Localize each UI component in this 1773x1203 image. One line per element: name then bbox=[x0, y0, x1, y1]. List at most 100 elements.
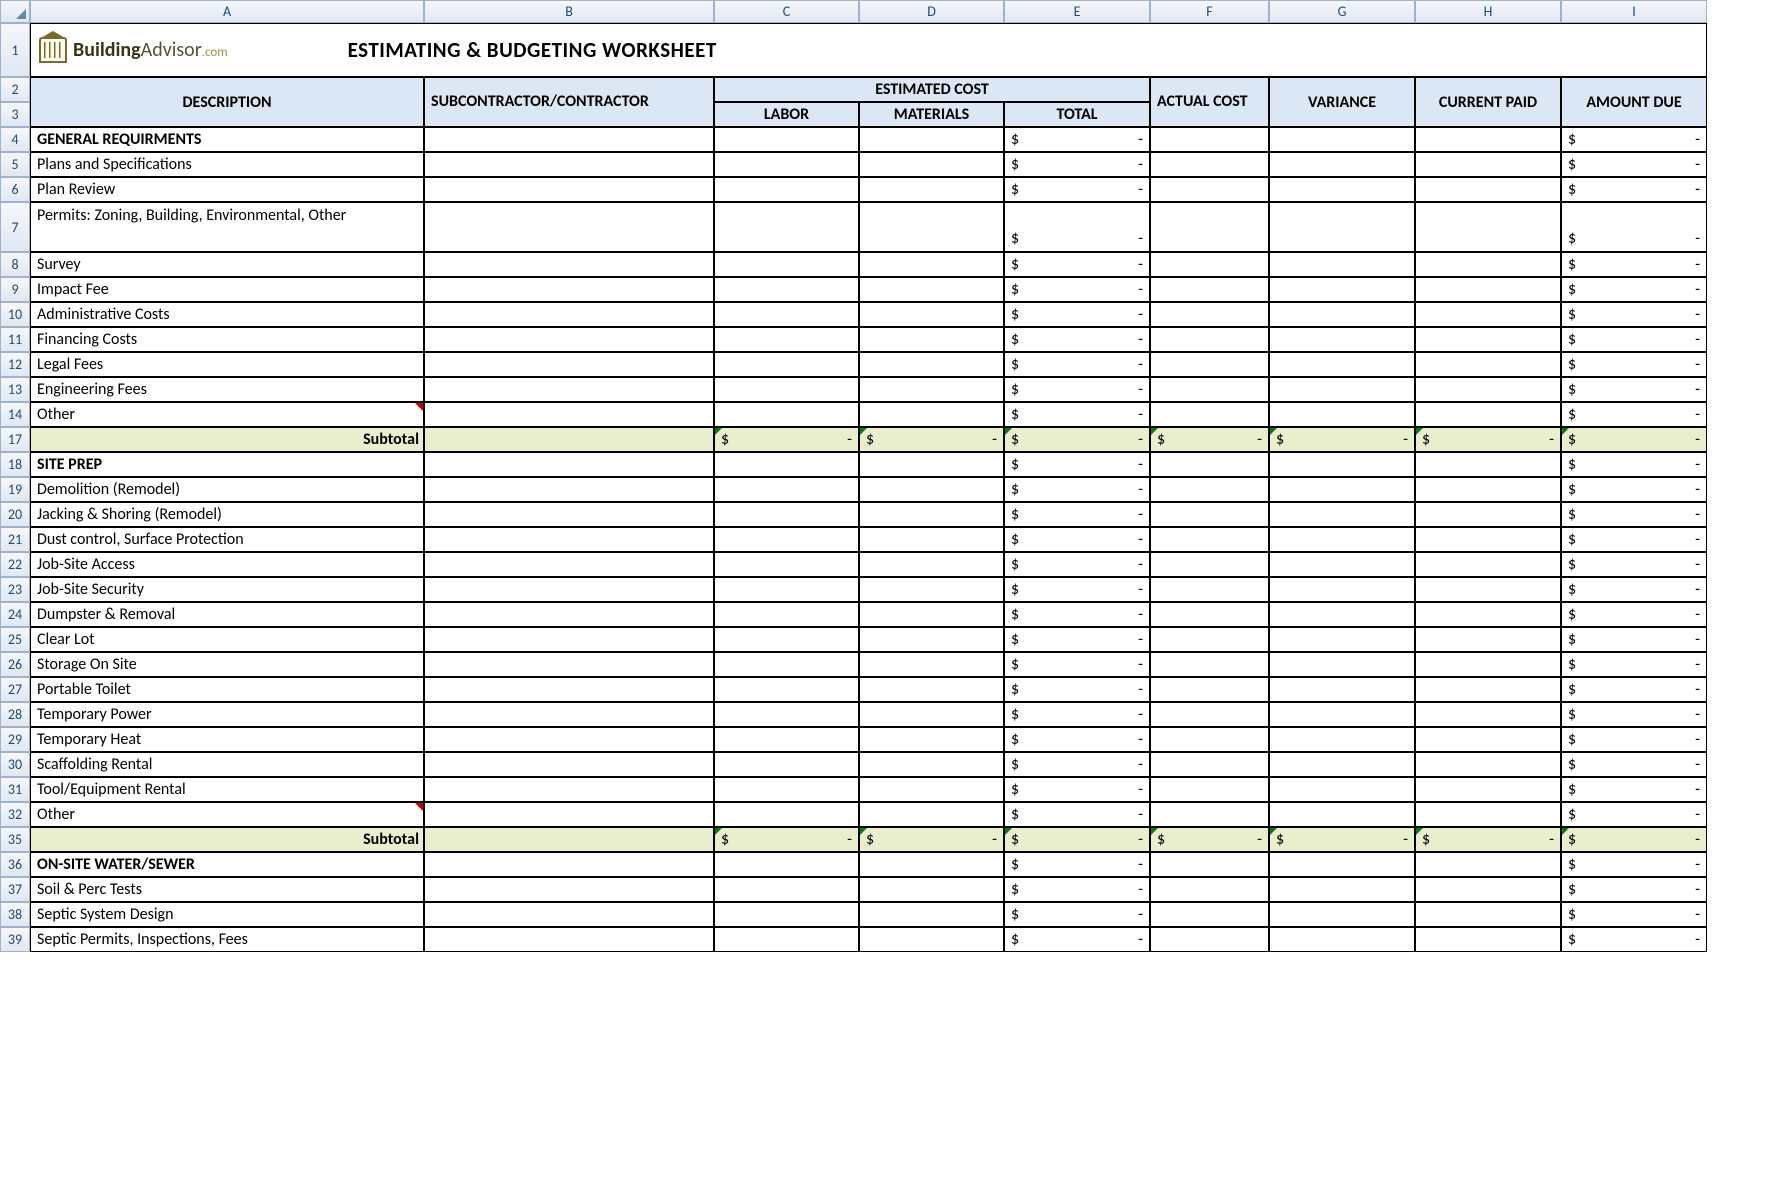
cell-H[interactable] bbox=[1415, 477, 1561, 502]
row-header-18[interactable]: 18 bbox=[0, 452, 30, 477]
cell-G[interactable] bbox=[1269, 202, 1415, 252]
cell-B[interactable] bbox=[424, 477, 714, 502]
desc-cell[interactable]: Other bbox=[30, 802, 424, 827]
cell-B[interactable] bbox=[424, 927, 714, 952]
cell-F[interactable] bbox=[1150, 602, 1269, 627]
cell-D[interactable] bbox=[859, 452, 1004, 477]
title-row[interactable]: BuildingAdvisor.com ESTIMATING & BUDGETI… bbox=[30, 23, 1707, 77]
cell-C[interactable] bbox=[714, 352, 859, 377]
cell-E[interactable]: $- bbox=[1004, 327, 1150, 352]
cell-G[interactable] bbox=[1269, 127, 1415, 152]
cell-G[interactable] bbox=[1269, 752, 1415, 777]
row-header-20[interactable]: 20 bbox=[0, 502, 30, 527]
row-header-8[interactable]: 8 bbox=[0, 252, 30, 277]
cell-G[interactable] bbox=[1269, 402, 1415, 427]
cell-G[interactable] bbox=[1269, 627, 1415, 652]
cell-I[interactable]: $- bbox=[1561, 152, 1707, 177]
hdr-description[interactable]: DESCRIPTION bbox=[30, 77, 424, 127]
cell-I[interactable]: $- bbox=[1561, 202, 1707, 252]
desc-cell[interactable]: Job-Site Security bbox=[30, 577, 424, 602]
cell-G[interactable] bbox=[1269, 527, 1415, 552]
cell-D[interactable] bbox=[859, 327, 1004, 352]
cell-I[interactable]: $- bbox=[1561, 327, 1707, 352]
cell-H[interactable] bbox=[1415, 452, 1561, 477]
cell-C[interactable] bbox=[714, 652, 859, 677]
cell-G[interactable] bbox=[1269, 677, 1415, 702]
desc-cell[interactable]: Temporary Heat bbox=[30, 727, 424, 752]
cell-B[interactable] bbox=[424, 502, 714, 527]
cell-I[interactable]: $- bbox=[1561, 127, 1707, 152]
cell-I[interactable]: $- bbox=[1561, 252, 1707, 277]
cell-C[interactable] bbox=[714, 852, 859, 877]
cell-E[interactable]: $- bbox=[1004, 152, 1150, 177]
cell-D[interactable] bbox=[859, 702, 1004, 727]
col-header-I[interactable]: I bbox=[1561, 0, 1707, 23]
cell-I[interactable]: $- bbox=[1561, 352, 1707, 377]
cell-C[interactable] bbox=[714, 502, 859, 527]
cell-D[interactable] bbox=[859, 652, 1004, 677]
cell-B[interactable] bbox=[424, 527, 714, 552]
cell-I[interactable]: $- bbox=[1561, 302, 1707, 327]
cell-C[interactable] bbox=[714, 902, 859, 927]
col-header-A[interactable]: A bbox=[30, 0, 424, 23]
cell-H[interactable] bbox=[1415, 177, 1561, 202]
cell-C[interactable] bbox=[714, 327, 859, 352]
cell-B[interactable] bbox=[424, 652, 714, 677]
cell-E[interactable]: $- bbox=[1004, 627, 1150, 652]
col-header-B[interactable]: B bbox=[424, 0, 714, 23]
cell-C[interactable] bbox=[714, 752, 859, 777]
cell-E[interactable]: $- bbox=[1004, 602, 1150, 627]
desc-cell[interactable]: Septic Permits, Inspections, Fees bbox=[30, 927, 424, 952]
cell-D[interactable] bbox=[859, 152, 1004, 177]
row-header-10[interactable]: 10 bbox=[0, 302, 30, 327]
col-header-G[interactable]: G bbox=[1269, 0, 1415, 23]
cell-H[interactable] bbox=[1415, 202, 1561, 252]
cell-C[interactable] bbox=[714, 177, 859, 202]
desc-cell[interactable]: Financing Costs bbox=[30, 327, 424, 352]
cell-F[interactable] bbox=[1150, 327, 1269, 352]
cell-I[interactable]: $- bbox=[1561, 627, 1707, 652]
subtotal-F[interactable]: $- bbox=[1150, 427, 1269, 452]
row-header-19[interactable]: 19 bbox=[0, 477, 30, 502]
cell-D[interactable] bbox=[859, 802, 1004, 827]
cell-F[interactable] bbox=[1150, 152, 1269, 177]
subtotal-F[interactable]: $- bbox=[1150, 827, 1269, 852]
row-header-7[interactable]: 7 bbox=[0, 202, 30, 252]
cell-G[interactable] bbox=[1269, 352, 1415, 377]
cell-E[interactable]: $- bbox=[1004, 352, 1150, 377]
row-header-32[interactable]: 32 bbox=[0, 802, 30, 827]
row-header-2[interactable]: 2 bbox=[0, 77, 30, 102]
cell-B[interactable] bbox=[424, 202, 714, 252]
desc-cell[interactable]: Engineering Fees bbox=[30, 377, 424, 402]
cell-C[interactable] bbox=[714, 877, 859, 902]
cell-D[interactable] bbox=[859, 377, 1004, 402]
hdr-amount-due[interactable]: AMOUNT DUE bbox=[1561, 77, 1707, 127]
desc-cell[interactable]: Dumpster & Removal bbox=[30, 602, 424, 627]
subtotal-b[interactable] bbox=[424, 427, 714, 452]
row-header-3[interactable]: 3 bbox=[0, 102, 30, 127]
cell-D[interactable] bbox=[859, 527, 1004, 552]
col-header-F[interactable]: F bbox=[1150, 0, 1269, 23]
cell-D[interactable] bbox=[859, 177, 1004, 202]
cell-C[interactable] bbox=[714, 252, 859, 277]
cell-H[interactable] bbox=[1415, 252, 1561, 277]
cell-G[interactable] bbox=[1269, 252, 1415, 277]
cell-G[interactable] bbox=[1269, 877, 1415, 902]
row-header-21[interactable]: 21 bbox=[0, 527, 30, 552]
cell-I[interactable]: $- bbox=[1561, 177, 1707, 202]
cell-H[interactable] bbox=[1415, 552, 1561, 577]
cell-B[interactable] bbox=[424, 327, 714, 352]
cell-G[interactable] bbox=[1269, 177, 1415, 202]
cell-H[interactable] bbox=[1415, 802, 1561, 827]
cell-B[interactable] bbox=[424, 777, 714, 802]
cell-H[interactable] bbox=[1415, 627, 1561, 652]
cell-C[interactable] bbox=[714, 302, 859, 327]
cell-H[interactable] bbox=[1415, 127, 1561, 152]
cell-F[interactable] bbox=[1150, 277, 1269, 302]
row-header-5[interactable]: 5 bbox=[0, 152, 30, 177]
cell-E[interactable]: $- bbox=[1004, 652, 1150, 677]
cell-C[interactable] bbox=[714, 577, 859, 602]
cell-E[interactable]: $- bbox=[1004, 252, 1150, 277]
cell-I[interactable]: $- bbox=[1561, 752, 1707, 777]
cell-C[interactable] bbox=[714, 277, 859, 302]
